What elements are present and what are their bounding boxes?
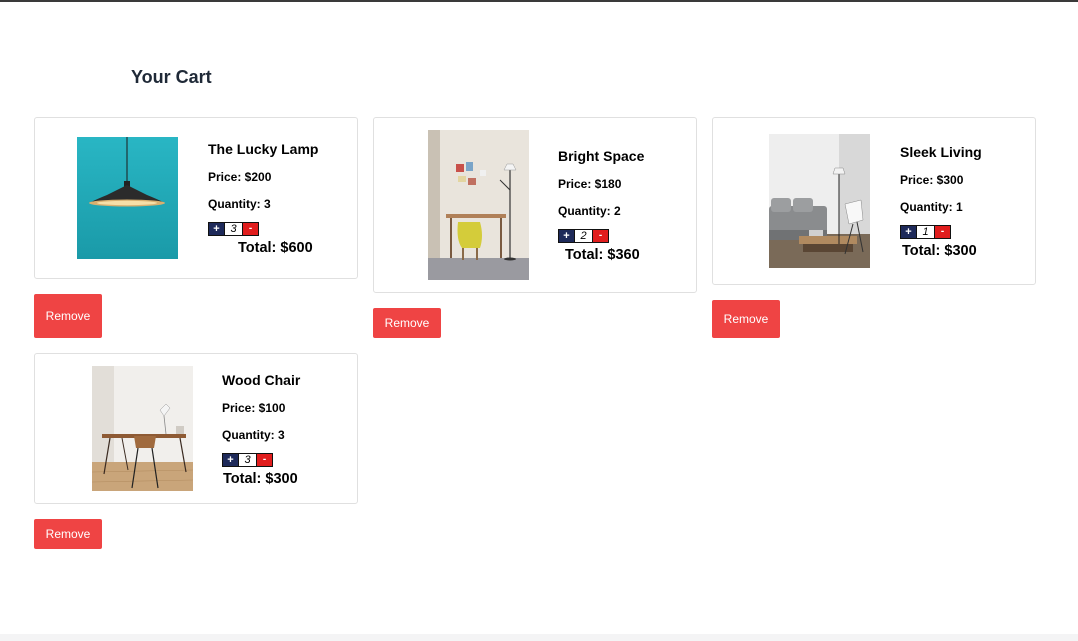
item-name: Sleek Living — [900, 144, 982, 160]
quantity-stepper: + 1 - — [900, 225, 951, 239]
quantity-value: 3 — [225, 222, 242, 236]
quantity-value: 3 — [239, 453, 256, 467]
item-price: Price: $180 — [558, 177, 622, 191]
item-quantity: Quantity: 1 — [900, 200, 963, 214]
decrease-quantity-button[interactable]: - — [242, 222, 259, 236]
cart-item-card: Bright Space Price: $180 Quantity: 2 + 2… — [373, 117, 697, 293]
quantity-stepper: + 2 - — [558, 229, 609, 243]
item-price: Price: $200 — [208, 170, 272, 184]
item-name: Bright Space — [558, 148, 645, 164]
page-footer-strip — [0, 634, 1078, 641]
decrease-quantity-button[interactable]: - — [256, 453, 273, 467]
product-image-lamp — [77, 137, 178, 259]
cart-item-card: The Lucky Lamp Price: $200 Quantity: 3 +… — [34, 117, 358, 279]
increase-quantity-button[interactable]: + — [222, 453, 239, 467]
quantity-stepper: + 3 - — [222, 453, 273, 467]
item-total: Total: $300 — [223, 471, 298, 487]
quantity-stepper: + 3 - — [208, 222, 259, 236]
cart-item-card: Sleek Living Price: $300 Quantity: 1 + 1… — [712, 117, 1036, 285]
cart-item-card: Wood Chair Price: $100 Quantity: 3 + 3 -… — [34, 353, 358, 504]
item-quantity: Quantity: 3 — [208, 197, 271, 211]
item-quantity: Quantity: 3 — [222, 428, 285, 442]
product-image-living-room — [769, 134, 870, 268]
remove-button[interactable]: Remove — [34, 519, 102, 549]
item-name: Wood Chair — [222, 372, 301, 388]
increase-quantity-button[interactable]: + — [558, 229, 575, 243]
item-total: Total: $360 — [565, 247, 640, 263]
item-quantity: Quantity: 2 — [558, 204, 621, 218]
quantity-value: 1 — [917, 225, 934, 239]
top-border — [0, 0, 1078, 2]
item-price: Price: $100 — [222, 401, 286, 415]
increase-quantity-button[interactable]: + — [900, 225, 917, 239]
item-price: Price: $300 — [900, 173, 964, 187]
remove-button[interactable]: Remove — [712, 300, 780, 338]
quantity-value: 2 — [575, 229, 592, 243]
remove-button[interactable]: Remove — [373, 308, 441, 338]
product-image-desk — [92, 366, 193, 491]
page-title: Your Cart — [131, 67, 212, 87]
remove-button[interactable]: Remove — [34, 294, 102, 338]
item-name: The Lucky Lamp — [208, 141, 319, 157]
item-total: Total: $600 — [238, 240, 313, 256]
decrease-quantity-button[interactable]: - — [592, 229, 609, 243]
product-image-room — [428, 130, 529, 280]
increase-quantity-button[interactable]: + — [208, 222, 225, 236]
decrease-quantity-button[interactable]: - — [934, 225, 951, 239]
item-total: Total: $300 — [902, 243, 977, 259]
